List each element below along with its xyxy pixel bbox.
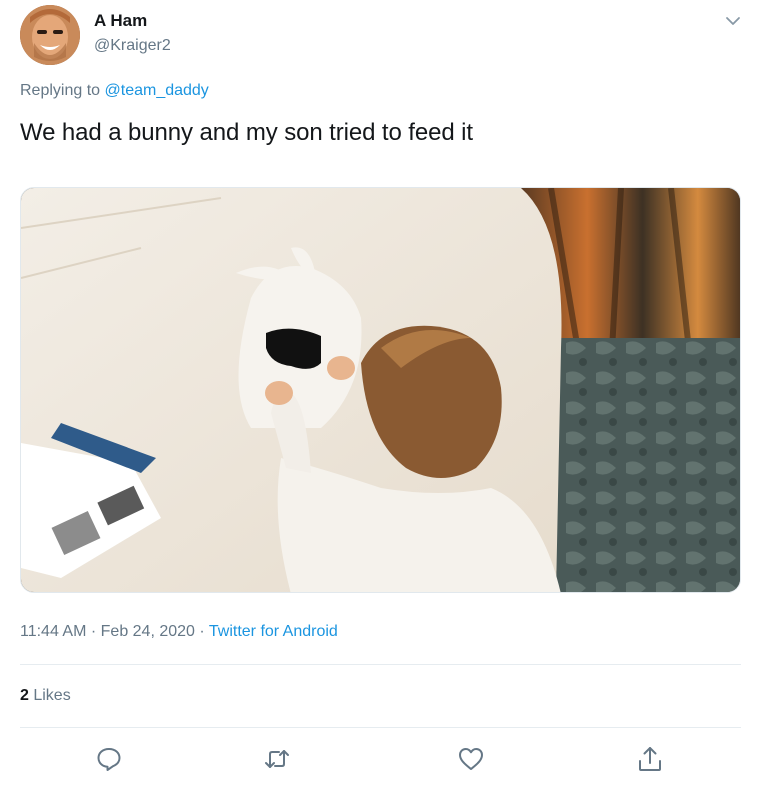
tweet-meta: 11:44 AM · Feb 24, 2020 · Twitter for An… bbox=[20, 623, 338, 641]
display-name[interactable]: A Ham bbox=[94, 11, 147, 31]
reply-mention-link[interactable]: @team_daddy bbox=[105, 82, 209, 99]
meta-separator: · bbox=[194, 623, 209, 640]
reply-prefix: Replying to bbox=[20, 82, 105, 99]
tweet-photo[interactable] bbox=[20, 187, 741, 593]
divider bbox=[20, 664, 741, 665]
tweet-source-link[interactable]: Twitter for Android bbox=[209, 623, 338, 640]
reply-icon[interactable] bbox=[94, 744, 124, 774]
tweet-date[interactable]: Feb 24, 2020 bbox=[101, 623, 195, 640]
chevron-down-icon[interactable] bbox=[724, 12, 742, 30]
likes-label: Likes bbox=[28, 687, 71, 704]
heart-icon[interactable] bbox=[456, 744, 486, 774]
photo-illustration bbox=[21, 188, 740, 592]
retweet-icon[interactable] bbox=[262, 744, 292, 774]
divider bbox=[20, 727, 741, 728]
share-icon[interactable] bbox=[635, 744, 665, 774]
user-handle[interactable]: @Kraiger2 bbox=[94, 37, 171, 55]
likes-count: 2 bbox=[20, 687, 29, 704]
reply-context: Replying to @team_daddy bbox=[20, 82, 209, 100]
avatar[interactable] bbox=[20, 5, 80, 65]
meta-separator: · bbox=[86, 623, 101, 640]
avatar-face-icon bbox=[20, 5, 80, 65]
likes-stat[interactable]: 2 Likes bbox=[20, 687, 71, 705]
tweet-text: We had a bunny and my son tried to feed … bbox=[20, 119, 473, 146]
tweet-time[interactable]: 11:44 AM bbox=[20, 623, 86, 640]
